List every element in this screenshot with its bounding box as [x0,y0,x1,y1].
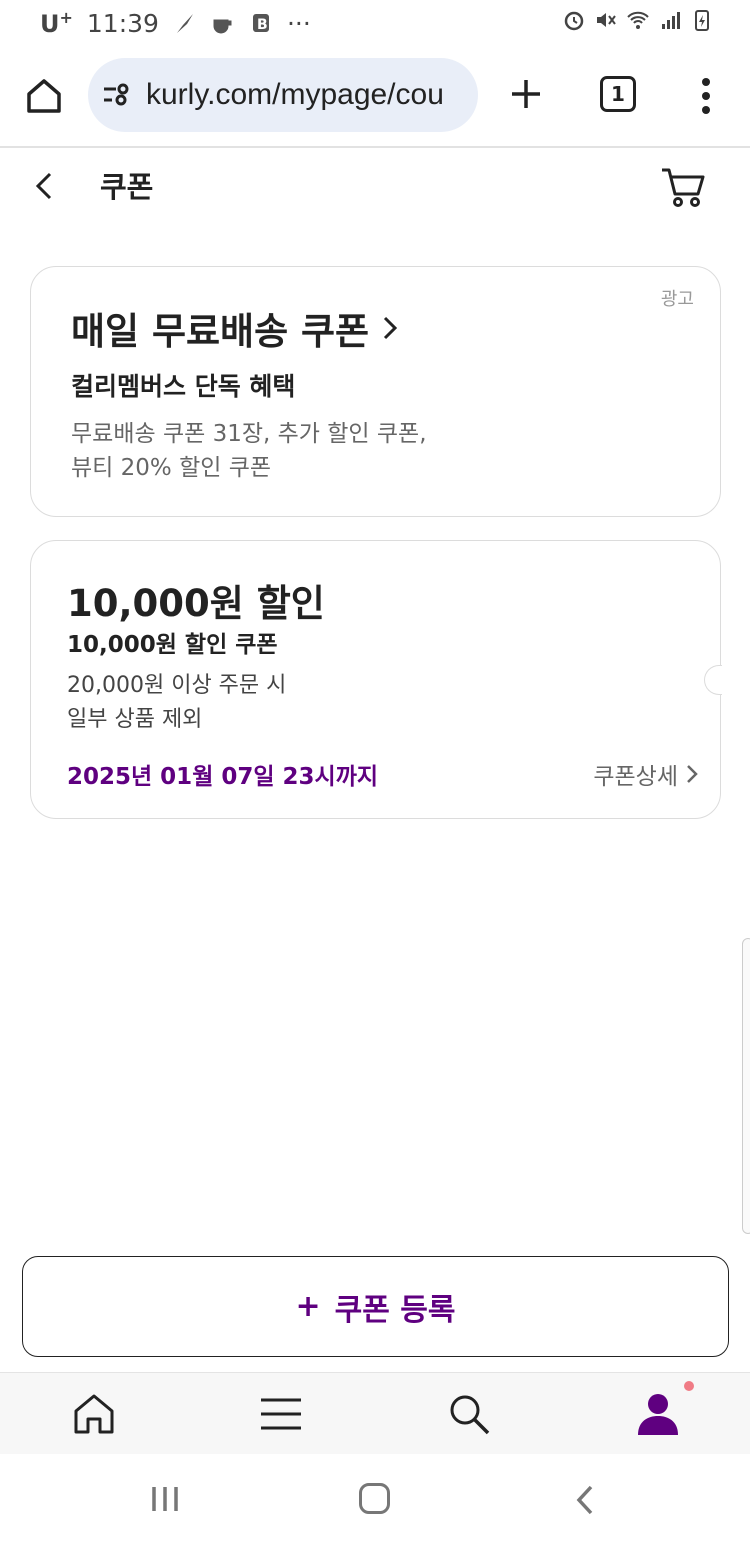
feather-icon [176,14,193,33]
url-text[interactable]: kurly.com/mypage/cou [146,78,444,112]
android-back-icon[interactable] [575,1484,595,1516]
notification-dot [684,1381,694,1391]
signal-icon [662,12,680,29]
coupon-condition: 20,000원 이상 주문 시 [67,673,287,698]
coupon-condition: 일부 상품 제외 [67,707,203,732]
url-bar[interactable]: kurly.com/mypage/cou [88,58,478,132]
b-app-icon: B [252,14,269,33]
mypage-icon[interactable] [635,1391,681,1437]
ad-description: 무료배송 쿠폰 31장, 추가 할인 쿠폰, 뷰티 20% 할인 쿠폰 [71,417,427,485]
coupon-amount: 10,000원 할인 [67,582,325,625]
more-notifications: ··· [286,8,311,38]
wifi-icon [627,11,649,29]
recent-apps-icon[interactable] [150,1485,180,1513]
browser-toolbar: kurly.com/mypage/cou 1 [0,56,750,134]
android-home-icon[interactable] [359,1483,390,1514]
page-title: 쿠폰 [100,170,154,204]
coupon-expiry: 2025년 01월 07일 23시까지 [67,764,379,790]
menu-icon[interactable] [258,1391,304,1437]
alarm-icon [564,11,584,31]
plus-icon: + [295,1289,321,1324]
android-navigation-bar [0,1454,750,1541]
clock: 11:39 [86,8,159,38]
site-settings-icon[interactable] [102,80,132,110]
browser-home-icon[interactable] [24,76,64,116]
coffee-icon [213,19,232,34]
status-right [562,8,714,32]
mute-icon [597,13,616,27]
status-left: U+ 11:39 B ··· [40,8,311,38]
coupon-notch [704,665,722,695]
carrier-label: U+ [40,8,73,38]
ad-desc-line: 뷰티 20% 할인 쿠폰 [71,455,272,481]
carrier-name: U [40,10,60,38]
register-coupon-button[interactable]: + 쿠폰 등록 [22,1256,729,1357]
ad-title[interactable]: 매일 무료배송 쿠폰 [71,301,399,355]
scroll-handle[interactable] [742,938,750,1234]
ad-desc-line: 무료배송 쿠폰 31장, 추가 할인 쿠폰, [71,421,427,447]
ad-subtitle: 컬리멤버스 단독 혜택 [71,372,296,401]
ad-title-text: 매일 무료배송 쿠폰 [71,310,370,353]
search-icon[interactable] [446,1391,492,1437]
ad-label: 광고 [660,289,694,310]
coupon-name: 10,000원 할인 쿠폰 [67,632,278,658]
membership-ad-card[interactable]: 광고 매일 무료배송 쿠폰 컬리멤버스 단독 혜택 무료배송 쿠폰 31장, 추… [30,266,721,517]
chevron-right-icon [687,765,698,783]
back-arrow-icon[interactable] [30,168,62,204]
status-bar: U+ 11:39 B ··· [0,0,750,46]
cart-icon[interactable] [660,166,706,208]
more-vert-icon[interactable] [700,76,712,116]
svg-text:B: B [257,17,268,33]
tab-count: 1 [611,82,625,106]
bottom-nav [0,1372,750,1454]
carrier-plus: + [59,8,73,27]
register-coupon-label: 쿠폰 등록 [334,1292,456,1328]
chevron-right-icon [384,316,398,340]
coupon-detail-label: 쿠폰상세 [593,764,678,790]
home-icon[interactable] [71,1391,117,1437]
coupon-detail-link[interactable]: 쿠폰상세 [593,757,698,791]
new-tab-icon[interactable] [506,74,546,114]
page-header: 쿠폰 [0,148,750,224]
tab-switcher-button[interactable]: 1 [600,76,636,112]
battery-icon [695,10,709,31]
coupon-card[interactable]: 10,000원 할인 10,000원 할인 쿠폰 20,000원 이상 주문 시… [30,540,722,819]
